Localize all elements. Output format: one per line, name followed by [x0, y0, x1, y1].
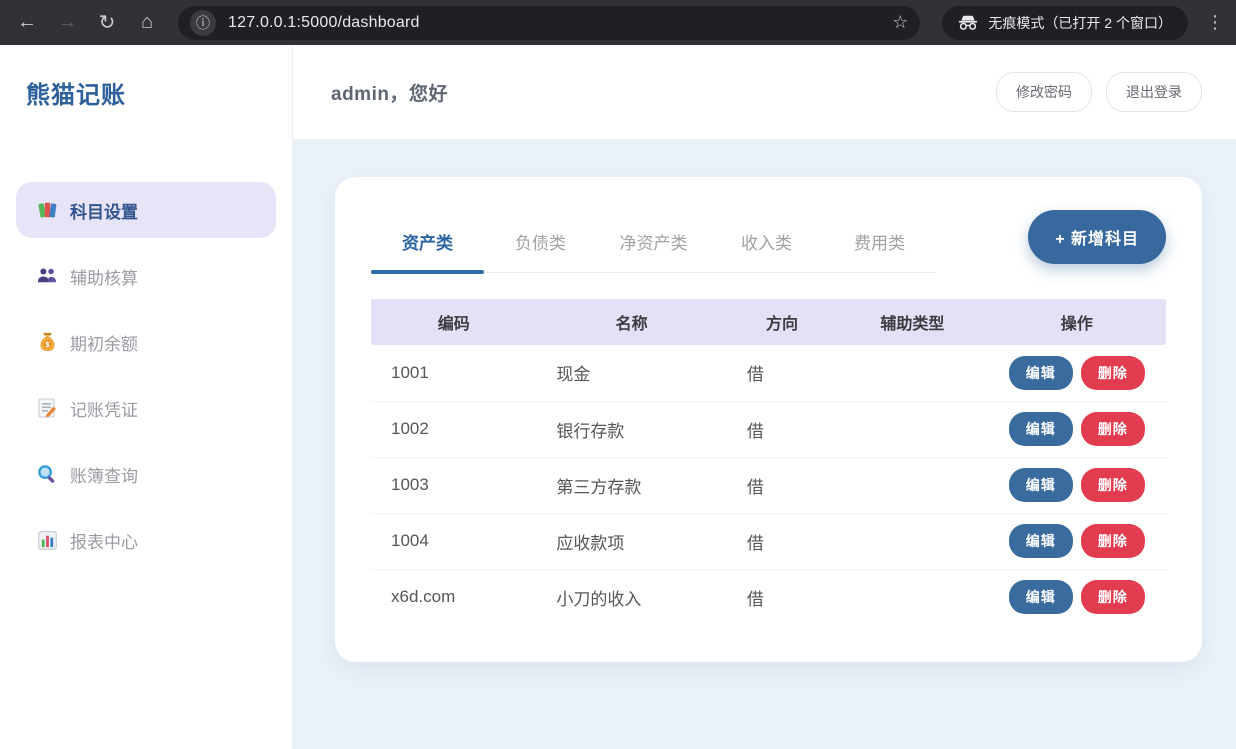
change-password-button[interactable]: 修改密码 [996, 72, 1092, 112]
browser-toolbar: ← → ↻ ⌂ ⓘ 127.0.0.1:5000/dashboard ☆ 无痕模… [0, 0, 1236, 45]
cell-name: 银行存款 [536, 401, 726, 457]
subjects-table: 编码 名称 方向 辅助类型 操作 1001 现金 借 [371, 299, 1166, 625]
sidebar: 熊猫记账 科目设置 [0, 45, 293, 749]
table-row: 1002 银行存款 借 编辑 删除 [371, 401, 1166, 457]
sidebar-item-label: 记账凭证 [70, 396, 138, 421]
tab-liabilities[interactable]: 负债类 [484, 217, 597, 272]
incognito-badge[interactable]: 无痕模式（已打开 2 个窗口） [942, 6, 1188, 40]
cell-actions: 编辑 删除 [988, 513, 1166, 569]
cell-direction: 借 [727, 401, 837, 457]
three-dot-menu-icon[interactable]: ⋮ [1204, 12, 1226, 33]
users-icon [36, 265, 58, 287]
info-icon[interactable]: ⓘ [190, 10, 216, 36]
workspace: 资产类 负债类 净资产类 收入类 费用类 + 新增科目 [293, 140, 1236, 749]
cell-code: 1003 [371, 457, 536, 513]
cell-aux-type [837, 345, 987, 401]
money-bag-icon: $ [36, 331, 58, 353]
table-row: 1004 应收款项 借 编辑 删除 [371, 513, 1166, 569]
memo-icon [36, 397, 58, 419]
sidebar-item-label: 辅助核算 [70, 264, 138, 289]
sidebar-item-vouchers[interactable]: 记账凭证 [16, 380, 276, 436]
table-row: 1001 现金 借 编辑 删除 [371, 345, 1166, 401]
url-text[interactable]: 127.0.0.1:5000/dashboard [228, 14, 884, 32]
svg-text:$: $ [45, 340, 49, 349]
edit-button[interactable]: 编辑 [1009, 356, 1073, 390]
logout-button[interactable]: 退出登录 [1106, 72, 1202, 112]
sidebar-item-label: 科目设置 [70, 198, 138, 223]
sidebar-item-ledger-query[interactable]: 账簿查询 [16, 446, 276, 502]
sidebar-menu: 科目设置 辅助核算 [16, 182, 276, 568]
sidebar-item-label: 账簿查询 [70, 462, 138, 487]
cell-actions: 编辑 删除 [988, 401, 1166, 457]
delete-button[interactable]: 删除 [1081, 524, 1145, 558]
cell-actions: 编辑 删除 [988, 569, 1166, 625]
tab-assets[interactable]: 资产类 [371, 217, 484, 272]
col-header-name: 名称 [536, 299, 726, 345]
cell-direction: 借 [727, 457, 837, 513]
edit-button[interactable]: 编辑 [1009, 580, 1073, 614]
home-icon[interactable]: ⌂ [130, 6, 164, 40]
cell-code: x6d.com [371, 569, 536, 625]
table-row: 1003 第三方存款 借 编辑 删除 [371, 457, 1166, 513]
table-header-row: 编码 名称 方向 辅助类型 操作 [371, 299, 1166, 345]
cell-aux-type [837, 513, 987, 569]
main-content: admin，您好 修改密码 退出登录 资产类 负债类 净资产类 收入类 费用类 … [293, 45, 1236, 749]
sidebar-item-aux-accounting[interactable]: 辅助核算 [16, 248, 276, 304]
col-header-direction: 方向 [727, 299, 837, 345]
cell-direction: 借 [727, 513, 837, 569]
back-arrow-icon[interactable]: ← [10, 6, 44, 40]
col-header-actions: 操作 [988, 299, 1166, 345]
edit-button[interactable]: 编辑 [1009, 412, 1073, 446]
cell-name: 现金 [536, 345, 726, 401]
topbar-actions: 修改密码 退出登录 [996, 72, 1202, 112]
cell-aux-type [837, 401, 987, 457]
delete-button[interactable]: 删除 [1081, 580, 1145, 614]
sidebar-item-label: 报表中心 [70, 528, 138, 553]
cell-name: 小刀的收入 [536, 569, 726, 625]
cell-aux-type [837, 569, 987, 625]
tab-expenses[interactable]: 费用类 [823, 217, 936, 272]
table-row: x6d.com 小刀的收入 借 编辑 删除 [371, 569, 1166, 625]
magnifier-icon [36, 463, 58, 485]
cell-direction: 借 [727, 345, 837, 401]
incognito-label: 无痕模式（已打开 2 个窗口） [988, 13, 1172, 33]
app-window: 熊猫记账 科目设置 [0, 45, 1236, 749]
app-title: 熊猫记账 [16, 75, 276, 110]
bar-chart-icon [36, 529, 58, 551]
col-header-code: 编码 [371, 299, 536, 345]
sidebar-item-label: 期初余额 [70, 330, 138, 355]
add-subject-button[interactable]: + 新增科目 [1028, 210, 1166, 264]
sidebar-item-opening-balance[interactable]: $ 期初余额 [16, 314, 276, 370]
cell-aux-type [837, 457, 987, 513]
cell-code: 1004 [371, 513, 536, 569]
tab-net-assets[interactable]: 净资产类 [597, 217, 710, 272]
cell-code: 1001 [371, 345, 536, 401]
edit-button[interactable]: 编辑 [1009, 468, 1073, 502]
delete-button[interactable]: 删除 [1081, 412, 1145, 446]
cell-direction: 借 [727, 569, 837, 625]
col-header-aux-type: 辅助类型 [837, 299, 987, 345]
delete-button[interactable]: 删除 [1081, 468, 1145, 502]
category-tabs: 资产类 负债类 净资产类 收入类 费用类 [371, 217, 936, 273]
sidebar-item-reports[interactable]: 报表中心 [16, 512, 276, 568]
cell-code: 1002 [371, 401, 536, 457]
reload-icon[interactable]: ↻ [90, 6, 124, 40]
tab-income[interactable]: 收入类 [710, 217, 823, 272]
cell-actions: 编辑 删除 [988, 345, 1166, 401]
star-icon[interactable]: ☆ [892, 12, 908, 33]
edit-button[interactable]: 编辑 [1009, 524, 1073, 558]
incognito-icon [958, 15, 978, 31]
tabs-row: 资产类 负债类 净资产类 收入类 费用类 + 新增科目 [371, 217, 1166, 273]
cell-actions: 编辑 删除 [988, 457, 1166, 513]
cell-name: 第三方存款 [536, 457, 726, 513]
topbar: admin，您好 修改密码 退出登录 [293, 45, 1236, 140]
sidebar-item-subject-settings[interactable]: 科目设置 [16, 182, 276, 238]
delete-button[interactable]: 删除 [1081, 356, 1145, 390]
greeting-text: admin，您好 [331, 79, 448, 106]
books-icon [36, 199, 58, 221]
forward-arrow-icon[interactable]: → [50, 6, 84, 40]
cell-name: 应收款项 [536, 513, 726, 569]
subjects-card: 资产类 负债类 净资产类 收入类 费用类 + 新增科目 [335, 177, 1202, 662]
address-bar[interactable]: ⓘ 127.0.0.1:5000/dashboard ☆ [178, 6, 920, 40]
